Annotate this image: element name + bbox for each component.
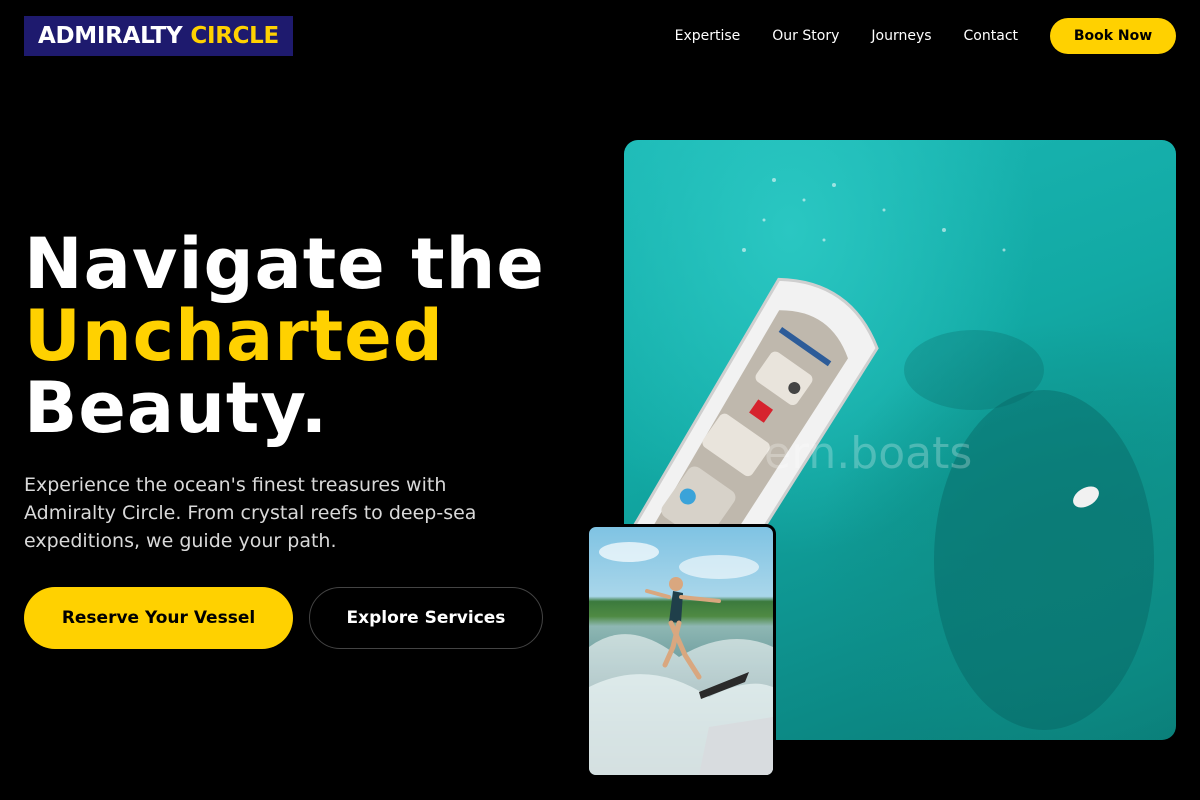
hero-lead-text: Experience the ocean's finest treasures … — [24, 474, 477, 552]
nav-link-expertise[interactable]: Expertise — [675, 28, 741, 44]
book-now-button[interactable]: Book Now — [1050, 18, 1176, 54]
page: ADMIRALTY CIRCLE Expertise Our Story Jou… — [0, 0, 1200, 800]
headline-line-3: Beauty. — [24, 367, 329, 449]
nav-link-journeys[interactable]: Journeys — [871, 28, 931, 44]
reserve-vessel-button[interactable]: Reserve Your Vessel — [24, 587, 293, 649]
brand-name-part2: CIRCLE — [190, 23, 279, 49]
hero-headline: Navigate the Uncharted Beauty. — [24, 228, 545, 444]
main-nav: Expertise Our Story Journeys Contact Boo… — [675, 18, 1176, 54]
headline-line-1: Navigate the — [24, 223, 545, 305]
wakesurfer-illustration — [589, 542, 773, 775]
nav-link-contact[interactable]: Contact — [964, 28, 1018, 44]
brand-name-part1: ADMIRALTY — [38, 23, 183, 49]
wakesurfer-image — [586, 524, 776, 778]
nav-link-our-story[interactable]: Our Story — [772, 28, 839, 44]
explore-services-button[interactable]: Explore Services — [309, 587, 543, 649]
brand-logo[interactable]: ADMIRALTY CIRCLE — [24, 16, 293, 56]
image-watermark: ern.boats — [764, 428, 973, 479]
headline-line-2: Uncharted — [24, 295, 444, 377]
